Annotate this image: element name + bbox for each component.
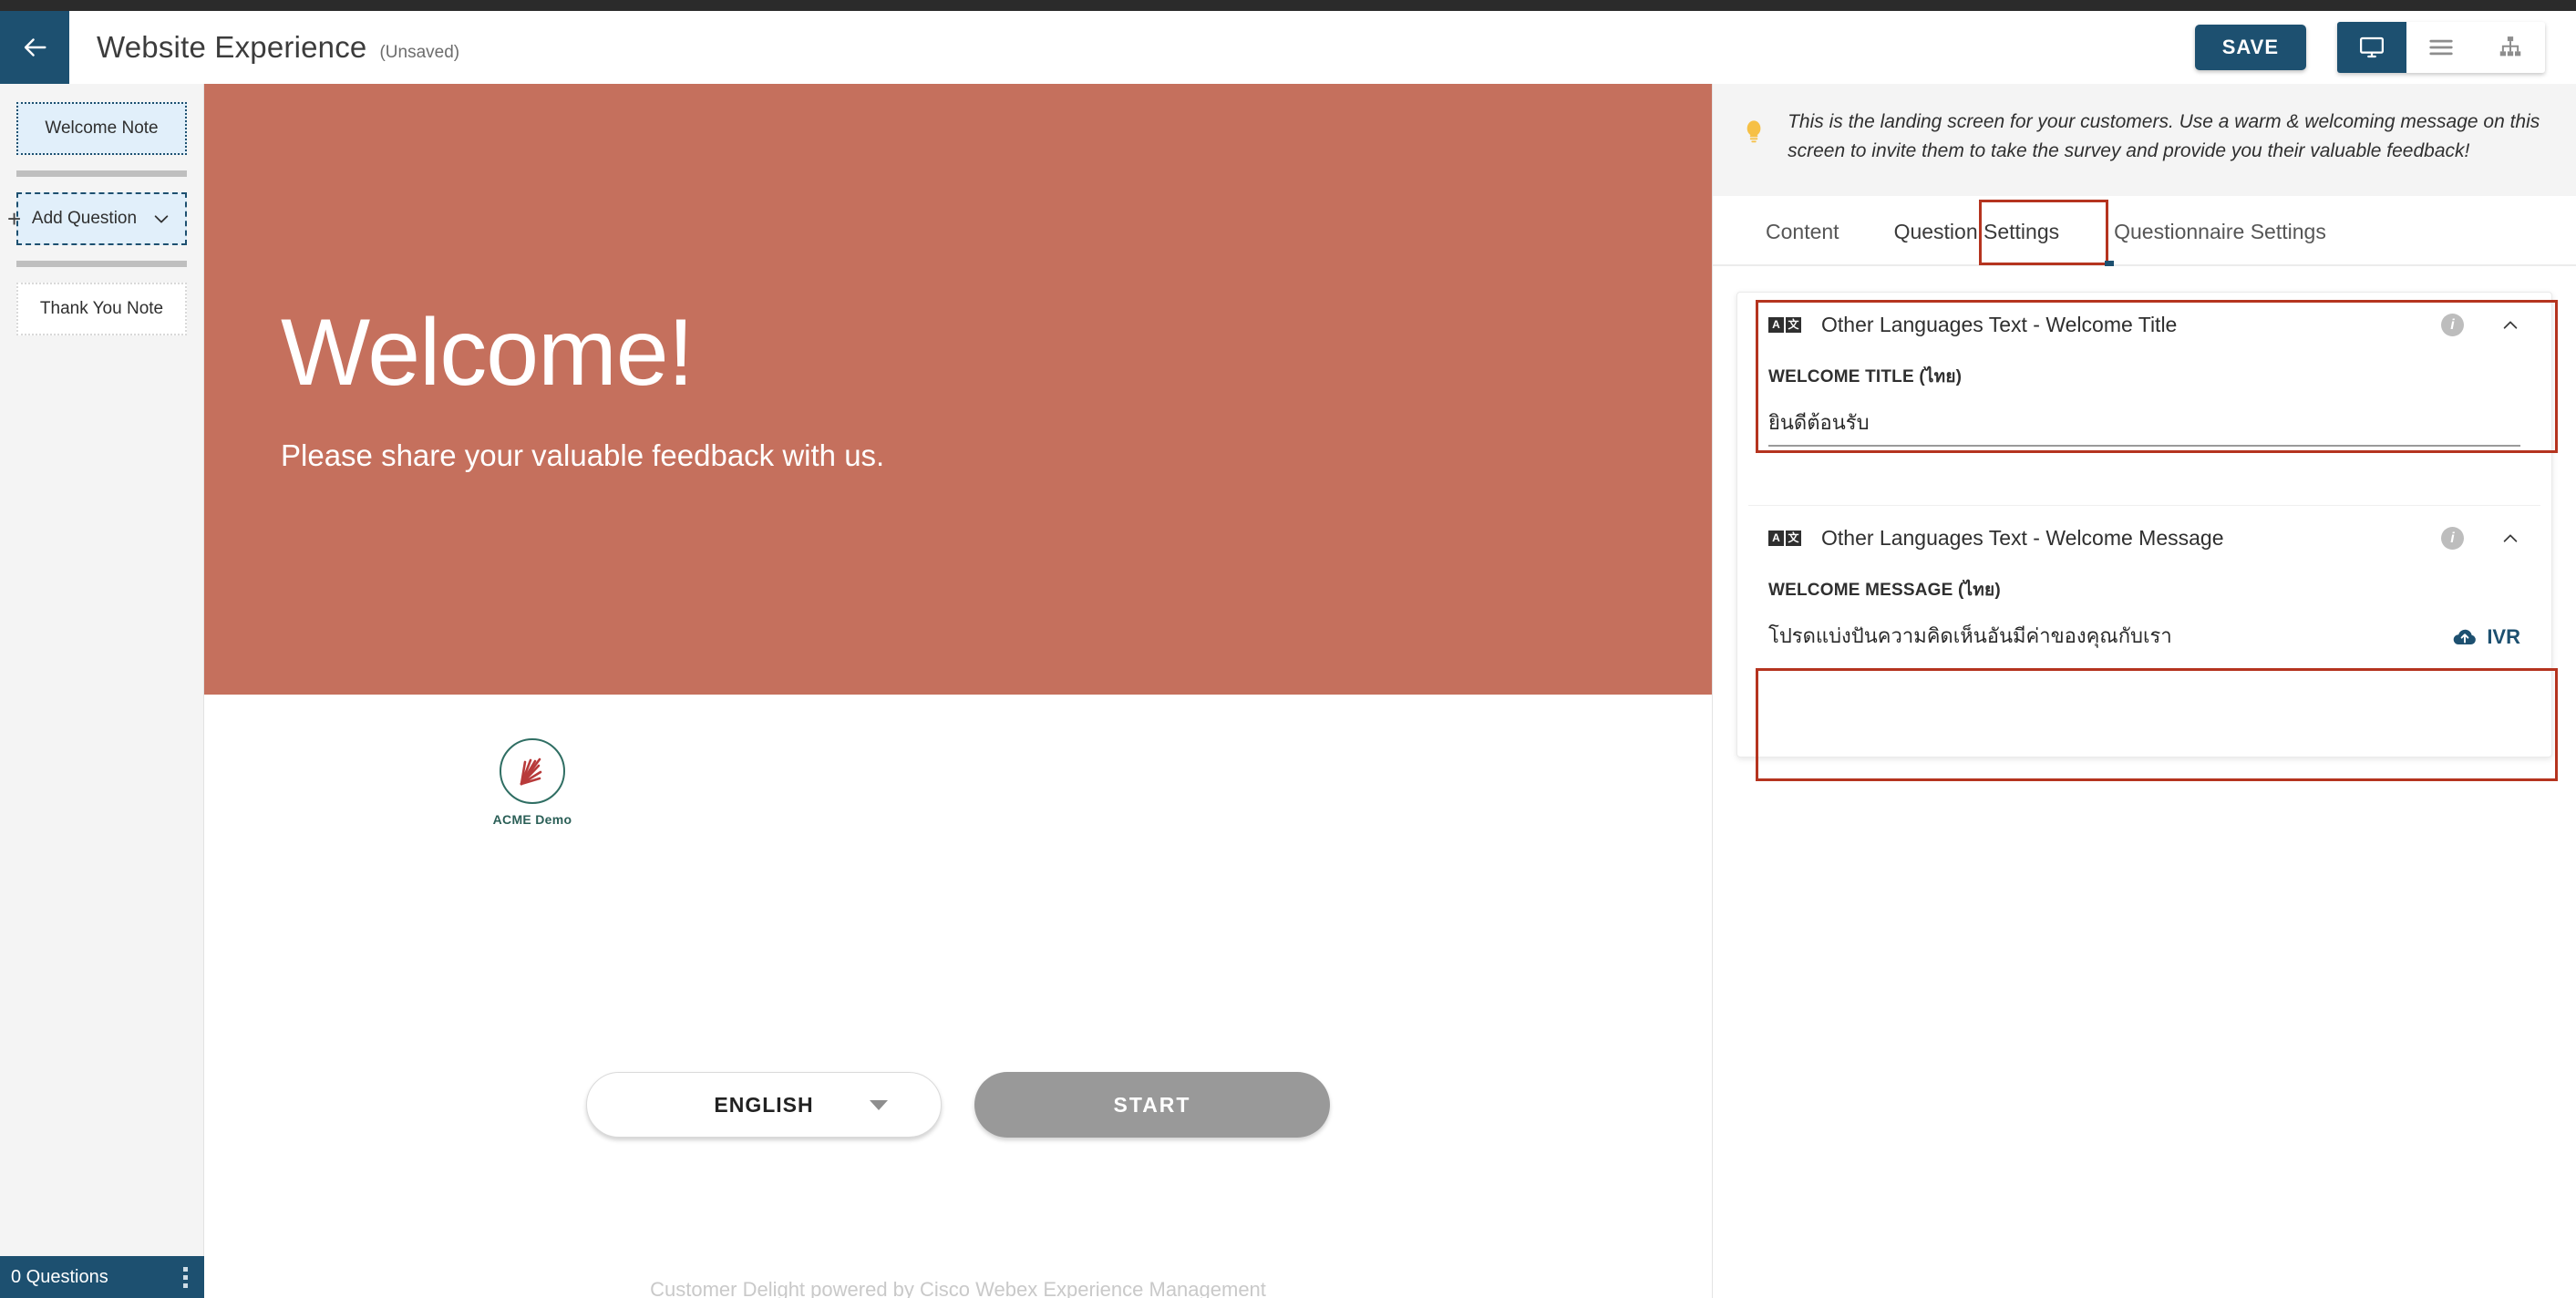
welcome-hero: Welcome! Please share your valuable feed… (204, 84, 1712, 695)
welcome-title-input[interactable] (1768, 410, 2520, 447)
browser-chrome-strip (0, 0, 2576, 11)
language-select-value: ENGLISH (714, 1092, 814, 1117)
card-title: Other Languages Text - Welcome Message (1821, 526, 2224, 550)
translate-icon-glyph-latin: A (1768, 317, 1784, 333)
monitor-icon (2360, 36, 2384, 58)
acme-fern-logo (500, 738, 565, 804)
add-question-button[interactable]: Add Question (16, 192, 187, 245)
setting-card-welcome-title: A 文 Other Languages Text - Welcome Title… (1748, 293, 2558, 506)
page-title: Website Experience (97, 30, 367, 64)
rail-row-welcome: Welcome Note (0, 102, 203, 155)
question-count-label: 0 Questions (11, 1266, 108, 1287)
tab-question-settings[interactable]: Question Settings (1867, 196, 2087, 264)
sidebar-item-label: Welcome Note (45, 118, 159, 138)
start-button[interactable]: START (974, 1072, 1330, 1138)
tip-text: This is the landing screen for your cust… (1788, 111, 2540, 161)
welcome-message: Please share your valuable feedback with… (281, 438, 885, 472)
list-view-button[interactable] (2406, 22, 2476, 73)
card-header[interactable]: A 文 Other Languages Text - Welcome Title… (1768, 313, 2520, 337)
view-mode-toggle (2337, 22, 2545, 73)
header-actions: SAVE (2194, 22, 2576, 73)
header-title-group: Website Experience (Unsaved) (69, 30, 2195, 65)
question-rail: Welcome Note + Add Question Thank You No… (0, 84, 204, 1298)
app-root: Website Experience (Unsaved) SAVE Welcom… (0, 0, 2576, 1298)
chevron-down-icon (154, 215, 169, 223)
chevron-down-icon (870, 1099, 888, 1110)
sidebar-item-label: Add Question (31, 209, 138, 228)
unsaved-badge: (Unsaved) (379, 43, 460, 62)
setting-card-welcome-message: A 文 Other Languages Text - Welcome Messa… (1748, 506, 2558, 781)
sidebar-item-thank-you-note[interactable]: Thank You Note (16, 283, 187, 335)
translate-icon: A 文 (1768, 531, 1801, 546)
preview-actions: ENGLISH START (204, 1072, 1712, 1138)
sidebar-item-label: Thank You Note (39, 299, 164, 318)
rail-row-add-question: + Add Question (0, 192, 203, 245)
body-area: Welcome Note + Add Question Thank You No… (0, 84, 2576, 1298)
rail-footer: 0 Questions (0, 1256, 204, 1298)
survey-preview: Welcome! Please share your valuable feed… (204, 84, 1712, 1298)
card-spacer (1768, 447, 2520, 478)
sitemap-icon (2499, 36, 2521, 57)
tab-active-underline (2105, 261, 2114, 266)
field-label-welcome-title: WELCOME TITLE (ไทย) (1768, 367, 1963, 386)
lightbulb-icon (1747, 120, 1761, 143)
welcome-message-input[interactable] (1768, 623, 2429, 658)
field-row-welcome-title (1768, 410, 2520, 447)
field-row-welcome-message: IVR (1768, 623, 2520, 658)
app-header: Website Experience (Unsaved) SAVE (0, 11, 2576, 84)
tip-banner: This is the landing screen for your cust… (1713, 84, 2576, 196)
ivr-upload-button[interactable]: IVR (2452, 625, 2520, 658)
kebab-menu-icon[interactable] (183, 1266, 188, 1288)
translate-icon-glyph-cjk: 文 (1786, 531, 1801, 546)
desktop-preview-button[interactable] (2337, 22, 2406, 73)
fern-leaf-icon (520, 757, 542, 786)
welcome-title: Welcome! (281, 300, 694, 406)
sidebar-item-welcome-note[interactable]: Welcome Note (16, 102, 187, 155)
rail-row-thank-you: Thank You Note (0, 283, 203, 335)
language-select[interactable]: ENGLISH (586, 1072, 942, 1138)
card-title: Other Languages Text - Welcome Title (1821, 313, 2178, 336)
settings-tabs: Content Question Settings Questionnaire … (1713, 196, 2576, 266)
rail-divider-2 (16, 261, 187, 267)
save-button[interactable]: SAVE (2194, 25, 2306, 70)
translate-icon-glyph-cjk: 文 (1786, 317, 1801, 333)
rail-item-list: Welcome Note + Add Question Thank You No… (0, 84, 203, 335)
field-label-welcome-message: WELCOME MESSAGE (ไทย) (1768, 581, 2001, 600)
add-question-plus-icon[interactable]: + (7, 207, 21, 231)
brand-name: ACME Demo (492, 812, 572, 827)
rail-divider-1 (16, 170, 187, 177)
arrow-left-icon (24, 38, 46, 57)
settings-card-container: A 文 Other Languages Text - Welcome Title… (1736, 292, 2558, 781)
card-header[interactable]: A 文 Other Languages Text - Welcome Messa… (1768, 526, 2520, 551)
tab-content[interactable]: Content (1738, 196, 1867, 264)
tab-questionnaire-settings[interactable]: Questionnaire Settings (2087, 196, 2354, 264)
card-spacer (1768, 658, 2520, 689)
chevron-up-icon[interactable] (2500, 315, 2520, 335)
info-icon[interactable]: i (2441, 527, 2464, 550)
translate-icon: A 文 (1768, 317, 1801, 333)
flow-view-button[interactable] (2476, 22, 2545, 73)
info-icon[interactable]: i (2441, 314, 2464, 336)
preview-footer-note: Customer Delight powered by Cisco Webex … (650, 1278, 1266, 1298)
cloud-upload-icon (2454, 629, 2477, 644)
ivr-label: IVR (2487, 625, 2520, 648)
translate-icon-glyph-latin: A (1768, 531, 1784, 546)
settings-panel: This is the landing screen for your cust… (1712, 84, 2576, 1298)
back-button[interactable] (0, 11, 69, 84)
brand-block: ACME Demo (204, 695, 587, 827)
chevron-up-icon[interactable] (2500, 529, 2520, 549)
hamburger-icon (2429, 39, 2453, 56)
